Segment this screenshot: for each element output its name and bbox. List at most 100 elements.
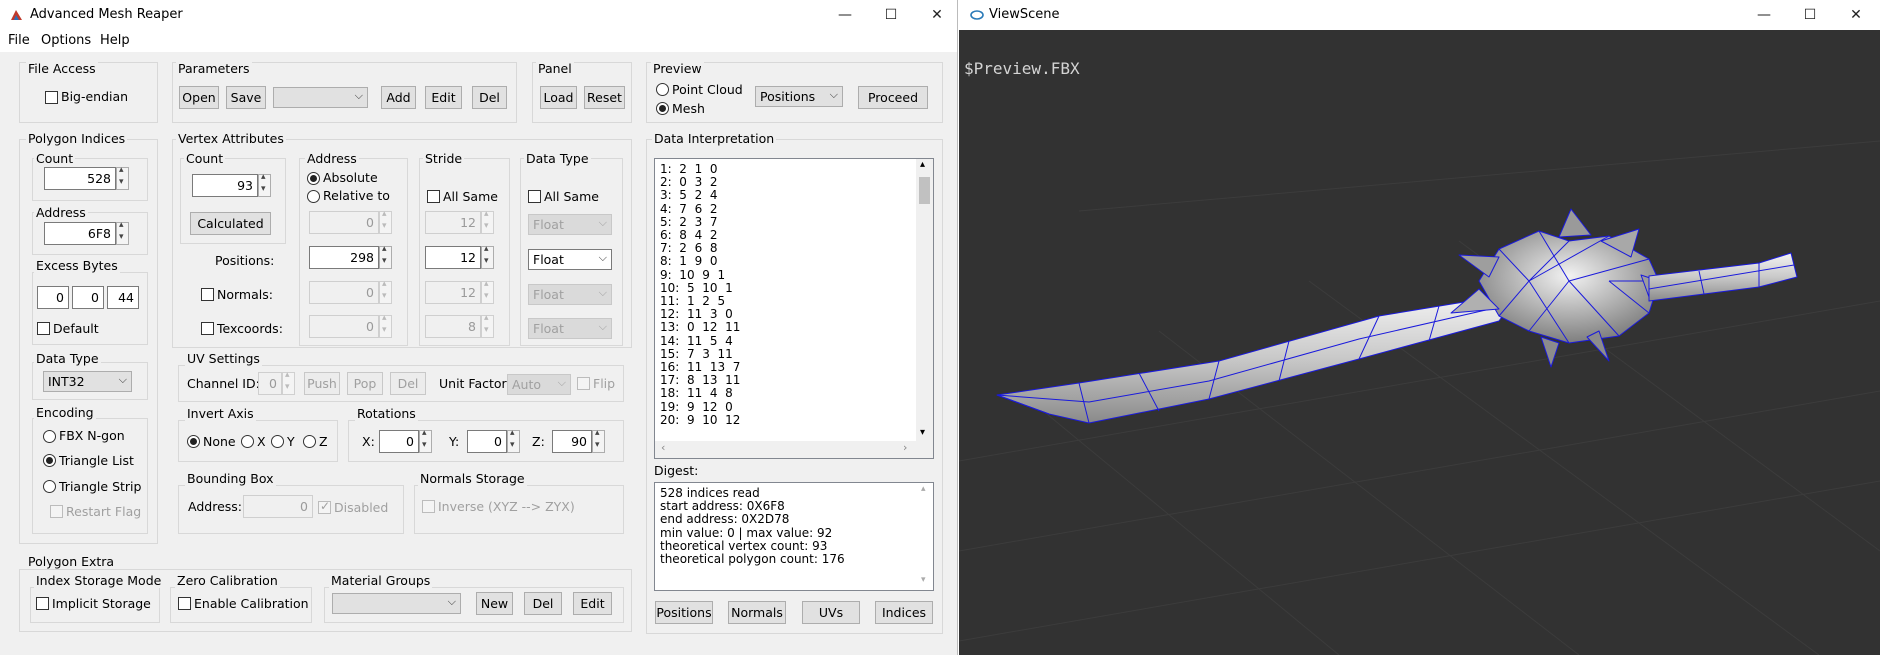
inverse-checkbox[interactable] <box>422 500 435 513</box>
scroll-right-icon[interactable]: › <box>903 441 907 454</box>
pop-button[interactable]: Pop <box>347 372 383 395</box>
invert-none-radio[interactable] <box>187 435 200 448</box>
edit-button[interactable]: Edit <box>425 86 462 109</box>
texcoords-type-combo[interactable]: Float ⌵ <box>528 318 612 339</box>
spin-arrows-icon[interactable] <box>379 313 392 338</box>
maximize-icon[interactable]: ☐ <box>868 4 914 26</box>
uvs-button[interactable]: UVs <box>802 601 860 624</box>
close-icon[interactable]: ✕ <box>914 4 957 26</box>
absolute-radio[interactable] <box>307 172 320 185</box>
bbox-disabled-checkbox[interactable] <box>318 499 331 514</box>
scroll-down-icon[interactable]: ▾ <box>920 427 925 438</box>
spin-arrows-icon[interactable] <box>116 220 129 245</box>
preview-mode-combo[interactable]: Positions ⌵ <box>755 86 843 107</box>
dt-top-combo[interactable]: Float ⌵ <box>528 214 612 235</box>
indices-button[interactable]: Indices <box>875 601 933 624</box>
flip-checkbox[interactable] <box>577 377 590 390</box>
calculated-button[interactable]: Calculated <box>190 212 271 235</box>
triangle-strip-radio[interactable] <box>43 480 56 493</box>
list-item[interactable]: 2: 0 3 2 <box>660 175 717 189</box>
rot-x-spinner[interactable]: 0 <box>379 428 432 453</box>
restart-flag-checkbox[interactable] <box>50 505 63 518</box>
list-item[interactable]: 4: 7 6 2 <box>660 202 717 216</box>
positions-button[interactable]: Positions <box>655 601 713 624</box>
push-button[interactable]: Push <box>304 372 340 395</box>
spin-arrows-icon[interactable] <box>507 428 520 453</box>
close-icon[interactable]: ✕ <box>1833 4 1879 26</box>
reset-button[interactable]: Reset <box>584 86 625 109</box>
spin-arrows-icon[interactable] <box>282 370 295 395</box>
spin-arrows-icon[interactable] <box>258 172 271 197</box>
stride-top-spinner[interactable]: 12 <box>425 209 494 234</box>
invert-z-radio[interactable] <box>303 435 316 448</box>
del-button[interactable]: Del <box>472 86 507 109</box>
excess-byte-1[interactable]: 0 <box>37 286 69 309</box>
parameters-combo[interactable]: ⌵ <box>273 87 368 108</box>
rot-z-spinner[interactable]: 90 <box>552 428 605 453</box>
menu-help[interactable]: Help <box>100 33 130 48</box>
spin-arrows-icon[interactable] <box>481 313 494 338</box>
spin-arrows-icon[interactable] <box>481 244 494 269</box>
scroll-left-icon[interactable]: ‹ <box>661 441 665 454</box>
dt-all-same-checkbox[interactable] <box>528 190 541 203</box>
list-item[interactable]: 10: 5 10 1 <box>660 281 733 295</box>
triangle-list-radio[interactable] <box>43 454 56 467</box>
excess-byte-3[interactable]: 44 <box>107 286 139 309</box>
normals-button[interactable]: Normals <box>728 601 786 624</box>
positions-address-spinner[interactable]: 298 <box>309 244 392 269</box>
load-button[interactable]: Load <box>540 86 577 109</box>
spin-arrows-icon[interactable] <box>481 209 494 234</box>
list-vertical-scrollbar[interactable]: ▴ ▾ <box>916 159 933 442</box>
add-button[interactable]: Add <box>381 86 416 109</box>
rot-y-spinner[interactable]: 0 <box>467 428 520 453</box>
list-item[interactable]: 19: 9 12 0 <box>660 400 733 414</box>
list-horizontal-scrollbar[interactable]: ‹ › <box>655 441 933 458</box>
implicit-storage-checkbox[interactable] <box>36 597 49 610</box>
list-item[interactable]: 13: 0 12 11 <box>660 320 740 334</box>
scroll-up-icon[interactable]: ▴ <box>921 484 926 494</box>
list-item[interactable]: 7: 2 6 8 <box>660 241 717 255</box>
list-item[interactable]: 9: 10 9 1 <box>660 268 725 282</box>
list-item[interactable]: 14: 11 5 4 <box>660 334 733 348</box>
positions-stride-spinner[interactable]: 12 <box>425 244 494 269</box>
spin-arrows-icon[interactable] <box>481 279 494 304</box>
stride-all-same-checkbox[interactable] <box>427 190 440 203</box>
list-item[interactable]: 3: 5 2 4 <box>660 188 717 202</box>
proceed-button[interactable]: Proceed <box>858 86 928 109</box>
scroll-thumb[interactable] <box>919 177 930 204</box>
big-endian-checkbox[interactable] <box>45 91 58 104</box>
pi-count-spinner[interactable]: 528 <box>44 165 129 190</box>
list-item[interactable]: 16: 11 13 7 <box>660 360 740 374</box>
material-edit-button[interactable]: Edit <box>573 592 612 615</box>
material-new-button[interactable]: New <box>476 592 513 615</box>
list-item[interactable]: 15: 7 3 11 <box>660 347 733 361</box>
list-item[interactable]: 5: 2 3 7 <box>660 215 717 229</box>
channel-id-spinner[interactable]: 0 <box>258 370 295 395</box>
relative-to-radio[interactable] <box>307 190 320 203</box>
texcoords-checkbox[interactable] <box>201 322 214 335</box>
digest-scrollbar[interactable]: ▴ ▾ <box>916 483 933 590</box>
spin-arrows-icon[interactable] <box>379 244 392 269</box>
bbox-address-field[interactable]: 0 <box>243 495 313 518</box>
relative-to-spinner[interactable]: 0 <box>309 209 392 234</box>
uv-del-button[interactable]: Del <box>390 372 426 395</box>
spin-arrows-icon[interactable] <box>379 279 392 304</box>
spin-arrows-icon[interactable] <box>592 428 605 453</box>
texcoords-stride-spinner[interactable]: 8 <box>425 313 494 338</box>
fbx-ngon-radio[interactable] <box>43 430 56 443</box>
normals-checkbox[interactable] <box>201 288 214 301</box>
list-item[interactable]: 11: 1 2 5 <box>660 294 725 308</box>
normals-address-spinner[interactable]: 0 <box>309 279 392 304</box>
list-item[interactable]: 17: 8 13 11 <box>660 373 740 387</box>
positions-type-combo[interactable]: Float ⌵ <box>528 249 612 270</box>
list-item[interactable]: 18: 11 4 8 <box>660 386 733 400</box>
spin-arrows-icon[interactable] <box>419 428 432 453</box>
material-combo[interactable]: ⌵ <box>332 593 461 614</box>
normals-stride-spinner[interactable]: 12 <box>425 279 494 304</box>
enable-calibration-checkbox[interactable] <box>178 597 191 610</box>
scroll-up-icon[interactable]: ▴ <box>920 159 925 170</box>
invert-y-radio[interactable] <box>271 435 284 448</box>
default-checkbox[interactable] <box>37 322 50 335</box>
list-item[interactable]: 6: 8 4 2 <box>660 228 717 242</box>
mesh-radio[interactable] <box>656 102 669 115</box>
